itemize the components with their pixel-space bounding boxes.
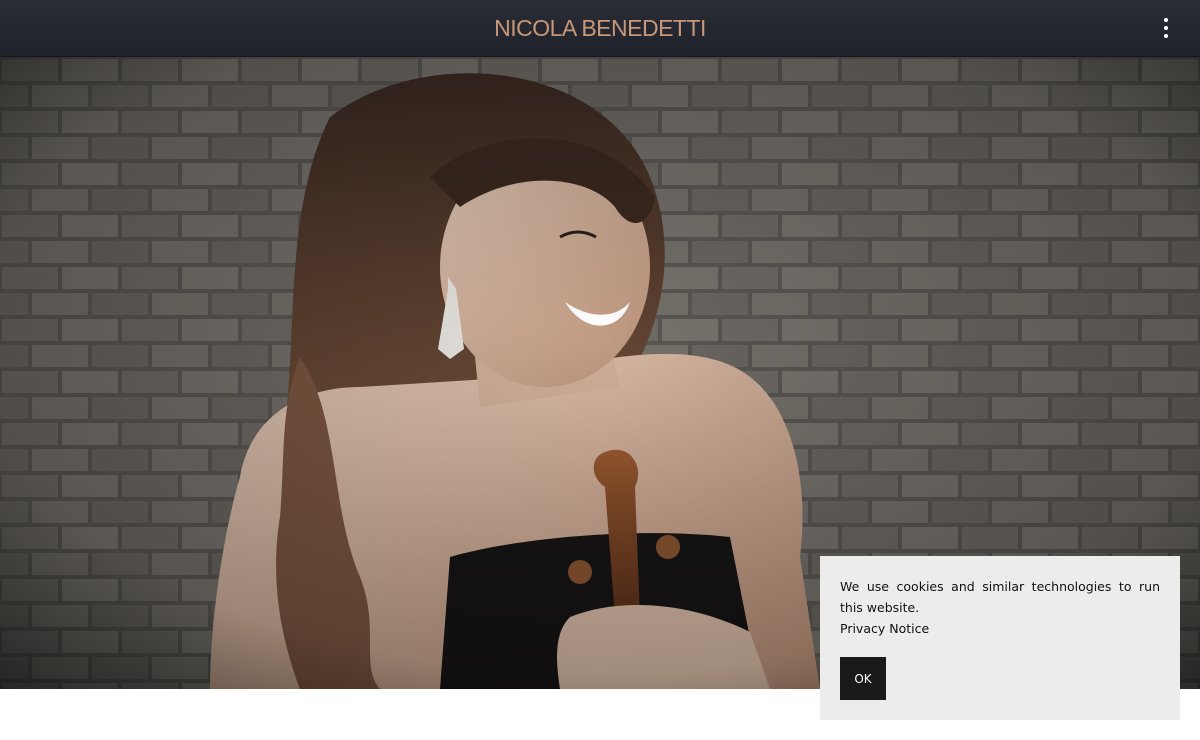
menu-dot-icon — [1164, 18, 1168, 22]
cookie-message: We use cookies and similar technologies … — [840, 579, 1160, 615]
cookie-ok-button[interactable]: OK — [840, 657, 886, 700]
site-header: NICOLA BENEDETTI — [0, 0, 1200, 57]
cookie-banner: We use cookies and similar technologies … — [820, 556, 1180, 720]
menu-dot-icon — [1164, 34, 1168, 38]
page: NICOLA BENEDETTI We use cookies and simi… — [0, 0, 1200, 740]
privacy-notice-link[interactable]: Privacy Notice — [840, 618, 1160, 639]
menu-dot-icon — [1164, 26, 1168, 30]
site-title[interactable]: NICOLA BENEDETTI — [0, 12, 1200, 44]
menu-button[interactable] — [1160, 16, 1172, 40]
